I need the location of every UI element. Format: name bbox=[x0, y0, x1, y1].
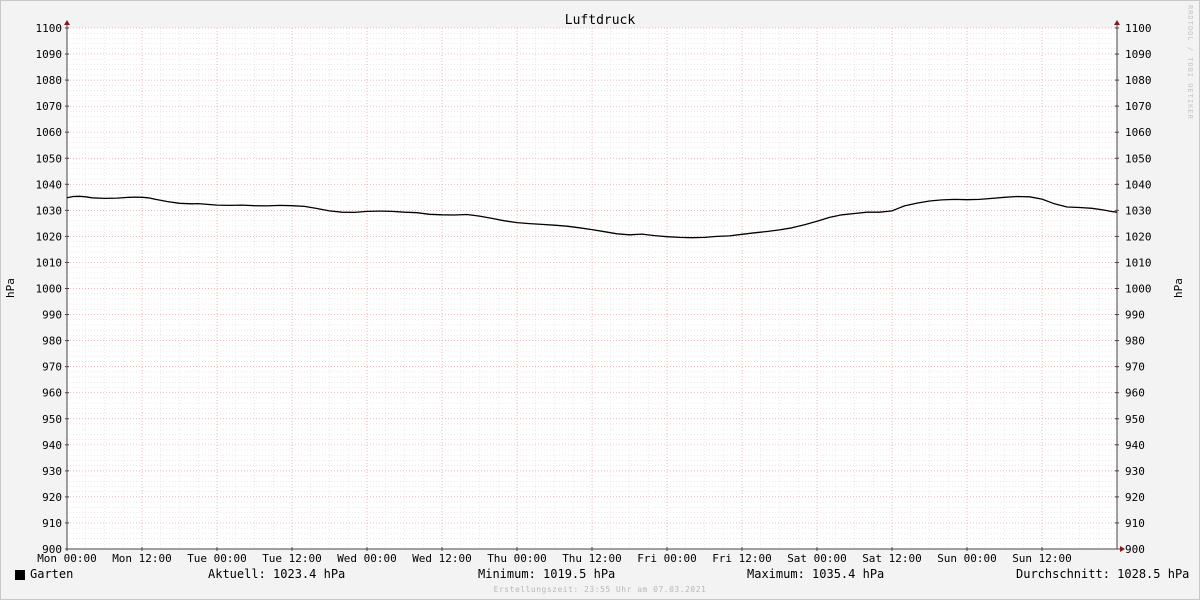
x-tick-label: Tue 12:00 bbox=[262, 552, 322, 565]
y-tick-label-right: 910 bbox=[1125, 517, 1145, 530]
y-tick-label-left: 1090 bbox=[36, 48, 63, 61]
x-tick-label: Sat 00:00 bbox=[787, 552, 847, 565]
legend-series-name: Garten bbox=[30, 567, 74, 581]
x-tick-label: Sat 12:00 bbox=[862, 552, 922, 565]
y-axis-arrow-left bbox=[64, 20, 70, 25]
y-tick-label-right: 970 bbox=[1125, 361, 1145, 374]
y-tick-label-left: 1060 bbox=[36, 126, 63, 139]
y-tick-label-right: 1050 bbox=[1125, 152, 1152, 165]
y-tick-label-right: 1080 bbox=[1125, 74, 1152, 87]
x-tick-labels: Mon 00:00 Mon 12:00 Tue 00:00 Tue 12:00 Wed … bbox=[37, 552, 1072, 565]
legend-row: Garten Aktuell: 1023.4 hPa Minimum: 1019… bbox=[0, 567, 1200, 585]
y-tick-label-left: 920 bbox=[42, 491, 62, 504]
y-tick-label-right: 1100 bbox=[1125, 22, 1152, 35]
y-tick-label-left: 990 bbox=[42, 309, 62, 322]
y-tick-label-right: 950 bbox=[1125, 413, 1145, 426]
x-tick-label: Sun 12:00 bbox=[1012, 552, 1072, 565]
y-tick-label-right: 1090 bbox=[1125, 48, 1152, 61]
y-tick-label-right: 920 bbox=[1125, 491, 1145, 504]
y-tick-label-left: 1050 bbox=[36, 152, 63, 165]
rrdtool-credit: RRDTOOL / TOBI OETIKER bbox=[1186, 5, 1194, 120]
y-tick-label-right: 940 bbox=[1125, 439, 1145, 452]
y-tick-label-left: 1100 bbox=[36, 22, 63, 35]
y-tick-label-right: 1070 bbox=[1125, 100, 1152, 113]
y-tick-label-right: 1060 bbox=[1125, 126, 1152, 139]
creation-time-footer: Erstellungszeit: 23:55 Uhr am 07.03.2021 bbox=[493, 585, 707, 594]
x-tick-label: Thu 12:00 bbox=[562, 552, 622, 565]
y-tick-label-left: 1040 bbox=[36, 178, 63, 191]
legend-minimum: Minimum: 1019.5 hPa bbox=[478, 567, 616, 581]
y-tick-label-left: 1020 bbox=[36, 230, 63, 243]
x-tick-label: Fri 12:00 bbox=[712, 552, 772, 565]
legend-current: Aktuell: 1023.4 hPa bbox=[208, 567, 346, 581]
y-tick-label-left: 950 bbox=[42, 413, 62, 426]
y-tick-label-left: 970 bbox=[42, 361, 62, 374]
y-tick-label-right: 900 bbox=[1125, 543, 1145, 556]
y-tick-label-right: 1030 bbox=[1125, 204, 1152, 217]
y-tick-label-left: 930 bbox=[42, 465, 62, 478]
y-tick-label-left: 980 bbox=[42, 335, 62, 348]
legend-average: Durchschnitt: 1028.5 hPa bbox=[1016, 567, 1190, 581]
y-tick-labels-right: 900 910 920 930 940 950 960 970 980 990 1000 1010 10… bbox=[1125, 22, 1152, 556]
legend-maximum: Maximum: 1035.4 hPa bbox=[747, 567, 885, 581]
x-tick-label: Mon 12:00 bbox=[112, 552, 172, 565]
y-tick-label-left: 1070 bbox=[36, 100, 63, 113]
x-tick-label: Sun 00:00 bbox=[937, 552, 997, 565]
y-tick-label-left: 910 bbox=[42, 517, 62, 530]
y-axis-arrow-right bbox=[1114, 20, 1120, 25]
y-tick-label-left: 1000 bbox=[36, 283, 63, 296]
y-tick-label-left: 1080 bbox=[36, 74, 63, 87]
y-axis-label-right: hPa bbox=[1172, 278, 1185, 298]
y-tick-label-right: 960 bbox=[1125, 387, 1145, 400]
y-tick-label-right: 930 bbox=[1125, 465, 1145, 478]
x-tick-label: Fri 00:00 bbox=[637, 552, 697, 565]
y-tick-label-right: 980 bbox=[1125, 335, 1145, 348]
y-tick-label-right: 990 bbox=[1125, 309, 1145, 322]
y-tick-label-left: 1010 bbox=[36, 256, 63, 269]
y-tick-label-right: 1000 bbox=[1125, 283, 1152, 296]
y-tick-label-right: 1020 bbox=[1125, 230, 1152, 243]
y-tick-label-left: 1030 bbox=[36, 204, 63, 217]
y-tick-label-left: 940 bbox=[42, 439, 62, 452]
x-tick-label: Tue 00:00 bbox=[187, 552, 247, 565]
chart-canvas: 900 910 920 930 940 950 960 970 980 990 1000 1010 10… bbox=[4, 13, 1185, 565]
y-tick-label-left: 960 bbox=[42, 387, 62, 400]
y-tick-labels-left: 9009109209309409509609709809901000101010… bbox=[36, 22, 63, 556]
y-axis-label-left: hPa bbox=[4, 278, 17, 298]
chart-title: Luftdruck bbox=[565, 13, 636, 28]
x-tick-label: Wed 00:00 bbox=[337, 552, 397, 565]
x-tick-label: Wed 12:00 bbox=[412, 552, 472, 565]
y-tick-label-right: 1010 bbox=[1125, 256, 1152, 269]
x-tick-label: Thu 00:00 bbox=[487, 552, 547, 565]
y-tick-label-right: 1040 bbox=[1125, 178, 1152, 191]
x-tick-label: Mon 00:00 bbox=[37, 552, 97, 565]
